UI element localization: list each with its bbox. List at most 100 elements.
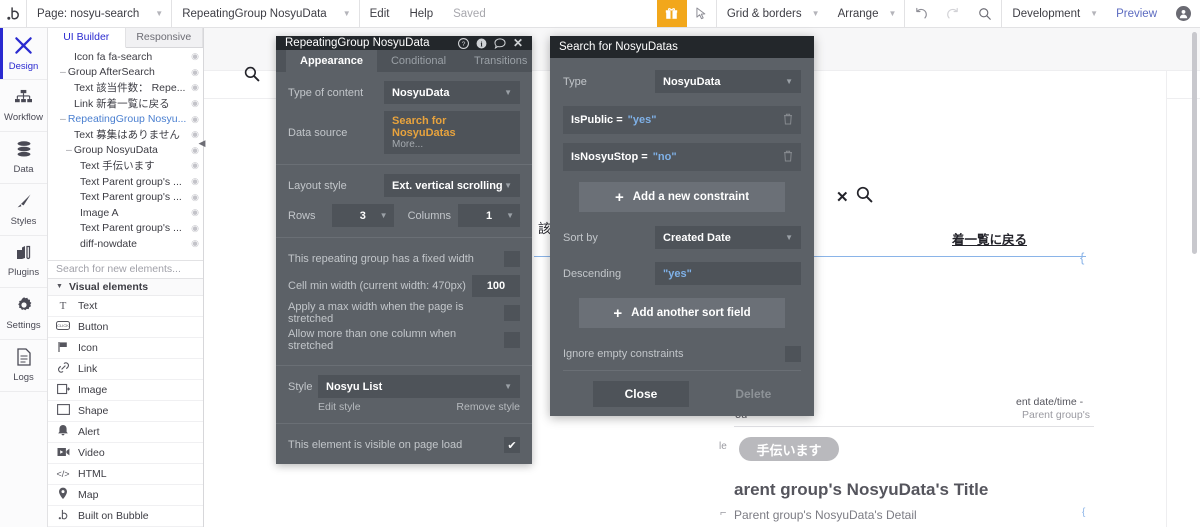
tab-responsive[interactable]: Responsive — [125, 28, 203, 47]
tree-item[interactable]: Text 手伝います ◉ — [48, 158, 203, 174]
eye-icon[interactable]: ◉ — [191, 223, 199, 234]
fixed-width-row[interactable]: This repeating group has a fixed width — [288, 247, 520, 271]
eye-icon[interactable]: ◉ — [191, 82, 199, 93]
tree-item[interactable]: – Group NosyuData ◉ — [48, 143, 203, 159]
preview-button[interactable]: Preview — [1106, 0, 1167, 27]
max-width-checkbox[interactable] — [504, 305, 520, 321]
trash-icon[interactable] — [783, 113, 793, 128]
tree-item[interactable]: diff-nowdate ◉ — [48, 236, 203, 252]
tab-conditional[interactable]: Conditional — [377, 50, 460, 72]
add-sort-field-button[interactable]: + Add another sort field — [579, 298, 785, 329]
menu-help[interactable]: Help — [399, 0, 443, 27]
tab-transitions[interactable]: Transitions — [460, 50, 541, 72]
ignore-empty-checkbox[interactable] — [785, 346, 801, 363]
canvas-search-icon-2[interactable] — [856, 186, 873, 208]
tab-ui-builder[interactable]: UI Builder — [48, 28, 126, 48]
type-of-content-select[interactable]: NosyuData ▼ — [384, 81, 520, 104]
search-constraints-dialog[interactable]: Search for NosyuDatas Type NosyuData ▼ I… — [550, 36, 814, 416]
delete-button[interactable]: Delete — [735, 387, 771, 401]
tab-appearance[interactable]: Appearance — [286, 50, 377, 72]
trash-icon[interactable] — [783, 150, 793, 165]
constraint-value[interactable]: "yes" — [628, 114, 657, 126]
canvas-scrollbar[interactable] — [1192, 32, 1197, 254]
eye-icon[interactable]: ◉ — [191, 207, 199, 218]
cell-min-width-input[interactable]: 100 — [472, 275, 520, 297]
canvas-search-icon[interactable] — [244, 66, 260, 87]
tree-item[interactable]: Text 募集はありません ◉ — [48, 127, 203, 143]
repeating-group-property-dialog[interactable]: RepeatingGroup NosyuData ? i ✕ Appearanc… — [276, 36, 532, 464]
tree-item[interactable]: Text Parent group's ... ◉ — [48, 221, 203, 237]
multi-column-checkbox[interactable] — [504, 332, 520, 348]
element-item-map[interactable]: Map — [48, 485, 203, 507]
visible-on-load-checkbox[interactable]: ✔ — [504, 437, 520, 453]
dialog-titlebar[interactable]: RepeatingGroup NosyuData ? i ✕ — [276, 36, 532, 50]
sidebar-item-logs[interactable]: Logs — [0, 340, 47, 392]
eye-icon[interactable]: ◉ — [191, 176, 199, 187]
visual-elements-section-header[interactable]: ▼ Visual elements — [48, 278, 203, 297]
pointer-icon[interactable] — [687, 0, 716, 27]
close-button[interactable]: Close — [592, 380, 690, 407]
tree-item[interactable]: – Group AfterSearch ◉ — [48, 65, 203, 81]
edit-style-link[interactable]: Edit style — [318, 401, 361, 413]
element-item-shape[interactable]: Shape — [48, 401, 203, 423]
multi-column-row[interactable]: Allow more than one column when stretche… — [288, 328, 520, 352]
constraint-row[interactable]: IsPublic = "yes" — [563, 106, 801, 135]
search-new-elements-input[interactable]: Search for new elements... — [48, 259, 203, 279]
close-icon[interactable]: ✕ — [513, 36, 523, 50]
panel-collapse-handle[interactable]: ◀ — [197, 134, 207, 152]
element-item-alert[interactable]: Alert — [48, 422, 203, 444]
element-item-icon[interactable]: Icon — [48, 338, 203, 360]
canvas-clear-icon[interactable]: ✕ — [836, 188, 849, 206]
undo-icon[interactable] — [904, 0, 937, 27]
tree-item[interactable]: Text Parent group's ... ◉ — [48, 174, 203, 190]
eye-icon[interactable]: ◉ — [191, 98, 199, 109]
remove-style-link[interactable]: Remove style — [456, 401, 520, 413]
style-select[interactable]: Nosyu List ▼ — [318, 375, 520, 398]
version-selector[interactable]: Development ▼ — [1001, 0, 1106, 27]
eye-icon[interactable]: ◉ — [191, 160, 199, 171]
tree-item[interactable]: Image A ◉ — [48, 205, 203, 221]
constraint-value[interactable]: "no" — [653, 151, 677, 163]
layout-style-select[interactable]: Ext. vertical scrolling ▼ — [384, 174, 520, 197]
element-item-built-on-bubble[interactable]: Built on Bubble — [48, 506, 203, 527]
sidebar-item-data[interactable]: Data — [0, 132, 47, 184]
grid-borders-menu[interactable]: Grid & borders ▼ — [715, 0, 828, 27]
menu-edit[interactable]: Edit — [358, 0, 400, 27]
element-item-html[interactable]: </> HTML — [48, 464, 203, 486]
fixed-width-checkbox[interactable] — [504, 251, 520, 267]
collapse-dash[interactable]: – — [66, 144, 72, 156]
data-source-more[interactable]: More... — [392, 139, 512, 150]
search-dialog-titlebar[interactable]: Search for NosyuDatas — [550, 36, 814, 59]
eye-icon[interactable]: ◉ — [191, 67, 199, 78]
bubble-logo[interactable] — [0, 0, 26, 27]
element-item-video[interactable]: Video — [48, 443, 203, 465]
collapse-dash[interactable]: – — [60, 113, 66, 125]
tree-item[interactable]: Icon fa fa-search ◉ — [48, 49, 203, 65]
comment-icon[interactable] — [494, 37, 506, 49]
help-circle-icon[interactable]: ? — [457, 37, 469, 49]
element-selector[interactable]: RepeatingGroup NosyuData ▼ — [171, 0, 358, 27]
sidebar-item-styles[interactable]: Styles — [0, 184, 47, 236]
element-item-button[interactable]: CLICK Button — [48, 317, 203, 339]
data-source-value[interactable]: Search for NosyuDatas — [392, 115, 512, 139]
element-item-link[interactable]: Link — [48, 359, 203, 381]
avatar[interactable] — [1167, 0, 1200, 27]
descending-value[interactable]: "yes" — [655, 262, 801, 286]
eye-icon[interactable]: ◉ — [191, 238, 199, 249]
arrange-menu[interactable]: Arrange ▼ — [828, 0, 905, 27]
tree-item[interactable]: Link 新着一覧に戻る ◉ — [48, 96, 203, 112]
collapse-dash[interactable]: – — [60, 66, 66, 78]
tree-item-selected[interactable]: – RepeatingGroup Nosyu... ◉ — [48, 111, 203, 127]
tree-item[interactable]: Text 該当件数： Repe... ◉ — [48, 80, 203, 96]
columns-select[interactable]: 1 ▼ — [458, 204, 520, 227]
visible-on-load-row[interactable]: This element is visible on page load ✔ — [288, 433, 520, 457]
rows-select[interactable]: 3 ▼ — [332, 204, 394, 227]
eye-icon[interactable]: ◉ — [191, 114, 199, 125]
gift-icon[interactable] — [656, 0, 687, 27]
search-type-select[interactable]: NosyuData ▼ — [655, 70, 801, 94]
eye-icon[interactable]: ◉ — [191, 51, 199, 62]
data-source-field[interactable]: Search for NosyuDatas More... — [384, 111, 520, 154]
max-width-row[interactable]: Apply a max width when the page is stret… — [288, 301, 520, 325]
constraint-row[interactable]: IsNosyuStop = "no" — [563, 143, 801, 172]
sidebar-item-design[interactable]: Design — [0, 28, 47, 80]
